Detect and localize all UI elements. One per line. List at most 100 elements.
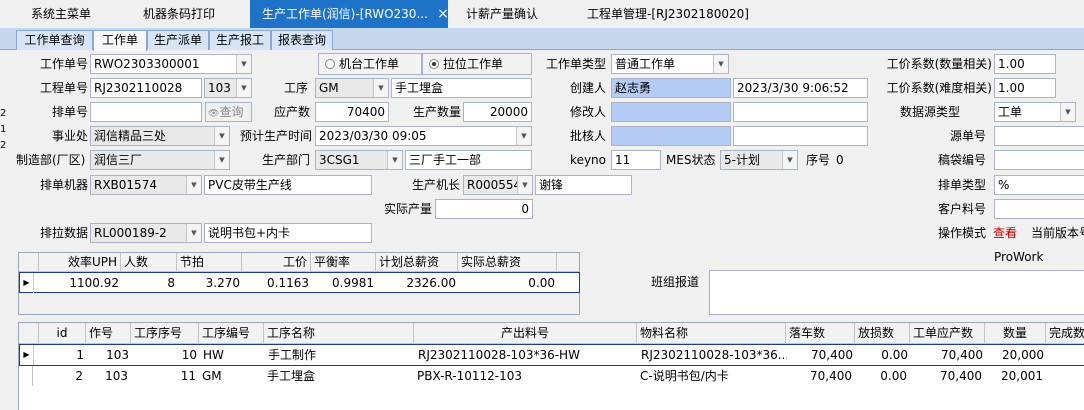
plan-prod-time-field[interactable]: 2023/03/30 09:05 ▼: [315, 126, 532, 146]
project-seq-select[interactable]: 103 ▼: [204, 78, 252, 98]
schedule-no-field[interactable]: [90, 102, 202, 122]
prod-leader-select[interactable]: R0005540 ▼: [463, 175, 533, 195]
chevron-down-icon[interactable]: ▼: [236, 55, 251, 73]
field-value: 70400: [346, 105, 385, 119]
efficiency-grid: 效率UPH 人数 节拍 工价 平衡率 计划总薪资 实际总薪资 ▶ 1100.92…: [18, 252, 580, 315]
field-value: 2023/03/30 09:05: [319, 129, 427, 143]
bag-no-field[interactable]: [994, 150, 1084, 170]
schedule-machine-select[interactable]: RXB01574 ▼: [90, 175, 202, 195]
chevron-down-icon[interactable]: ▼: [517, 176, 532, 194]
wage-coef-diff-field[interactable]: 1.00: [994, 78, 1056, 98]
schedule-machine-name-field[interactable]: PVC皮带生产线: [204, 175, 372, 195]
close-tab-icon[interactable]: ×: [436, 6, 450, 22]
order-type-select[interactable]: 普通工作单 ▼: [611, 54, 729, 74]
table-cell: 70,400: [810, 369, 852, 383]
radio-label: 拉位工作单: [443, 57, 504, 71]
modifier-label: 修改人: [569, 105, 606, 119]
column-header: 工价: [242, 253, 311, 272]
tab-system-main-menu[interactable]: 系统主菜单: [31, 0, 121, 28]
mes-status-select[interactable]: 5-计划 ▼: [720, 150, 798, 170]
table-cell: 10: [181, 348, 197, 362]
customer-part-field[interactable]: [994, 199, 1084, 219]
column-header: 工序编号: [199, 323, 264, 344]
prod-dept-label: 生产部门: [261, 153, 310, 167]
chevron-down-icon[interactable]: ▼: [214, 151, 229, 169]
wage-coef-qty-field[interactable]: 1.00: [994, 54, 1056, 74]
row-pointer-icon: ▶: [20, 273, 34, 293]
approver-field[interactable]: [611, 126, 731, 146]
process-name-field[interactable]: 手工埋盒: [391, 78, 532, 98]
business-unit-select[interactable]: 润信精品三处 ▼: [90, 126, 230, 146]
field-value: 5-计划: [724, 153, 760, 167]
factory-select[interactable]: 润信三厂 ▼: [90, 150, 230, 170]
work-order-no-field[interactable]: RWO2303300001 ▼: [90, 54, 252, 74]
chevron-down-icon[interactable]: ▼: [782, 151, 797, 169]
business-unit-label: 事业处: [51, 129, 88, 143]
chevron-down-icon[interactable]: ▼: [713, 55, 728, 73]
field-value: RWO2303300001: [94, 57, 200, 71]
table-cell: 103: [105, 369, 128, 383]
chevron-down-icon[interactable]: ▼: [516, 127, 531, 145]
modifier-field[interactable]: [611, 102, 731, 122]
chevron-down-icon[interactable]: ▼: [373, 79, 388, 97]
tab-production-work-order[interactable]: 生产工作单(润信)-[RWO230...: [250, 0, 448, 28]
tab-piece-wage-confirm[interactable]: 计薪产量确认: [466, 0, 566, 28]
project-no-field[interactable]: RJ2302110028: [90, 78, 202, 98]
created-time-field[interactable]: 2023/3/30 9:06:52: [733, 78, 868, 98]
field-value: 三厂手工一部: [409, 153, 482, 167]
chevron-down-icon[interactable]: ▼: [236, 79, 251, 97]
due-qty-label: 应产数: [273, 105, 310, 119]
table-cell: RJ2302110028-103*36-HW: [418, 348, 580, 362]
schedule-type-field[interactable]: %: [994, 175, 1084, 195]
chevron-down-icon[interactable]: ▼: [1060, 103, 1075, 121]
button-label: 查询: [219, 105, 244, 119]
pull-order-radio[interactable]: 拉位工作单: [422, 53, 532, 75]
source-no-field[interactable]: [994, 126, 1084, 146]
chevron-down-icon[interactable]: ▼: [186, 176, 201, 194]
prod-leader-name-field[interactable]: 谢锋: [535, 175, 632, 195]
table-row[interactable]: 2 103 11 GM 手工埋盒 PBX-R-10112-103 C-说明书包/…: [19, 366, 1084, 387]
field-value: 润信三厂: [94, 153, 143, 167]
prod-dept-name-field[interactable]: 三厂手工一部: [405, 150, 532, 170]
tab-label: 工作单查询: [24, 33, 85, 47]
tab-work-order-query[interactable]: 工作单查询: [16, 30, 93, 50]
schedule-pull-select[interactable]: RL000189-2 ▼: [90, 223, 202, 243]
tab-report-query[interactable]: 报表查询: [271, 30, 333, 50]
sub-tab-bar: 工作单查询 工作单 生产派单 生产报工 报表查询: [0, 28, 1084, 51]
radio-on-icon: [429, 59, 439, 69]
prowork-label: ProWork: [994, 250, 1044, 264]
column-header: 落车数: [786, 323, 855, 344]
actual-output-field[interactable]: 0: [435, 199, 533, 219]
tab-machine-barcode-print[interactable]: 机器条码打印: [143, 0, 243, 28]
query-button[interactable]: 👁︎查询: [205, 102, 252, 122]
table-row[interactable]: ▶ 1 103 10 HW 手工制作 RJ2302110028-103*36-H…: [19, 344, 1084, 366]
tab-project-order-mgmt[interactable]: 工程单管理-[RJ2302180020]: [587, 0, 767, 28]
schedule-pull-name-field[interactable]: 说明书包+内卡: [204, 223, 372, 243]
modified-time-field[interactable]: [733, 102, 868, 122]
chevron-down-icon[interactable]: ▼: [186, 224, 201, 242]
table-cell: 2: [75, 369, 83, 383]
approve-time-field[interactable]: [733, 126, 868, 146]
machine-order-radio[interactable]: 机台工作单: [318, 53, 422, 75]
prod-qty-field[interactable]: 20000: [463, 102, 532, 122]
keyno-field[interactable]: 11: [611, 150, 661, 170]
creator-field[interactable]: 赵志勇: [611, 78, 731, 98]
tab-label: 生产派单: [153, 33, 202, 47]
tab-production-report[interactable]: 生产报工: [209, 30, 271, 50]
table-row[interactable]: ▶ 1100.92 8 3.270 0.1163 0.9981 2326.00 …: [19, 272, 580, 293]
chevron-down-icon[interactable]: ▼: [214, 127, 229, 145]
process-code-select[interactable]: GM ▼: [315, 78, 389, 98]
table-cell: 11: [180, 369, 196, 383]
data-source-type-select[interactable]: 工单 ▼: [994, 102, 1076, 122]
team-report-field[interactable]: [709, 270, 1084, 315]
schedule-type-label: 排单类型: [937, 178, 986, 192]
prod-dept-select[interactable]: 3CSG1 ▼: [315, 150, 403, 170]
tab-work-order[interactable]: 工作单: [93, 30, 147, 51]
actual-output-label: 实际产量: [383, 202, 432, 216]
tab-production-dispatch[interactable]: 生产派单: [147, 30, 209, 50]
tab-label: 系统主菜单: [31, 7, 92, 21]
chevron-down-icon[interactable]: ▼: [387, 151, 402, 169]
table-cell: 手工制作: [268, 348, 317, 362]
due-qty-field[interactable]: 70400: [315, 102, 389, 122]
field-value: PVC皮带生产线: [208, 178, 292, 192]
